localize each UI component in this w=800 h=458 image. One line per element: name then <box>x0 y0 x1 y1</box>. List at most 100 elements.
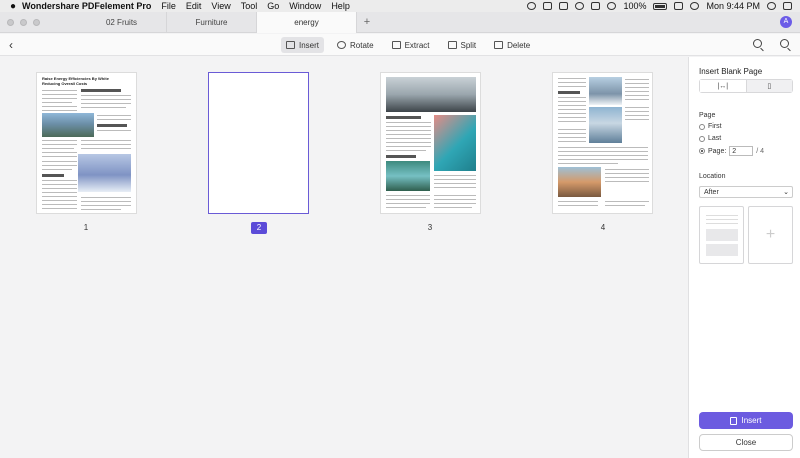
first-radio-row[interactable]: First <box>699 123 722 130</box>
rotate-label: Rotate <box>350 40 374 50</box>
menu-edit[interactable]: Edit <box>186 1 202 11</box>
location-select[interactable]: After ⌄ <box>699 186 793 198</box>
last-radio-row[interactable]: Last <box>699 135 721 142</box>
account-avatar[interactable]: A <box>780 16 792 28</box>
location-label: Location <box>699 173 726 180</box>
status-area: 100% Mon 9:44 PM <box>527 0 792 12</box>
split-icon <box>447 41 457 49</box>
zoom-out-icon[interactable] <box>753 39 762 48</box>
zoom-window-button[interactable] <box>33 18 40 26</box>
extract-icon <box>391 41 401 49</box>
split-label: Split <box>460 40 477 50</box>
trash-icon <box>494 41 504 49</box>
delete-label: Delete <box>507 40 531 50</box>
page-thumbnail-3[interactable] <box>380 72 481 214</box>
plus-icon: + <box>765 226 776 243</box>
apple-icon[interactable]: ● <box>4 1 22 12</box>
extract-label: Extract <box>404 40 430 50</box>
wifi-icon[interactable] <box>607 2 617 10</box>
rocks-photo <box>386 77 476 112</box>
menu-help[interactable]: Help <box>331 1 350 11</box>
page-option-label: Page: <box>708 147 727 155</box>
delete-button[interactable]: Delete <box>489 37 535 53</box>
river-photo <box>386 161 430 191</box>
zoom-in-icon[interactable] <box>780 39 789 48</box>
menu-tool[interactable]: Tool <box>241 1 258 11</box>
first-radio[interactable] <box>699 123 705 130</box>
new-page-preview: + <box>748 206 793 264</box>
window-controls <box>7 18 77 26</box>
page-thumbnail-2[interactable] <box>208 72 309 214</box>
page-1-title: Raise Energy Efficiencies By White Reduc… <box>42 76 109 86</box>
menu-view[interactable]: View <box>211 1 230 11</box>
menu-go[interactable]: Go <box>267 1 279 11</box>
insert-blank-page-panel: Insert Blank Page |↔| ▯ Page First Last … <box>688 57 800 458</box>
tab-02-fruits[interactable]: 02 Fruits <box>77 11 167 33</box>
mountain-photo <box>42 113 94 137</box>
skype-icon[interactable] <box>575 2 585 10</box>
tab-bar: 02 Fruits Furniture energy + A <box>0 11 800 33</box>
minimize-window-button[interactable] <box>20 18 27 26</box>
tab-energy[interactable]: energy <box>257 11 357 33</box>
rotate-button[interactable]: Rotate <box>332 37 379 53</box>
tab-furniture[interactable]: Furniture <box>167 11 257 33</box>
page-number-1[interactable]: 1 <box>78 222 94 234</box>
rotate-icon <box>337 41 347 49</box>
insert-label: Insert <box>299 40 320 50</box>
chevron-down-icon: ⌄ <box>783 189 789 196</box>
page-number-3[interactable]: 3 <box>422 222 438 234</box>
clock[interactable]: Mon 9:44 PM <box>706 1 760 11</box>
page-total: / 4 <box>756 147 765 155</box>
snow-landscape-photo <box>78 154 131 192</box>
menu-bar: ● Wondershare PDFelement Pro File Edit V… <box>0 0 800 12</box>
last-label: Last <box>708 135 722 142</box>
panel-title: Insert Blank Page <box>699 67 763 76</box>
status-icon[interactable] <box>527 2 537 10</box>
page-size-toggle: |↔| ▯ <box>699 79 793 93</box>
close-button[interactable]: Close <box>699 434 793 451</box>
pink-tree-photo <box>434 115 476 171</box>
control-center-icon[interactable] <box>783 2 792 10</box>
new-tab-button[interactable]: + <box>357 16 377 28</box>
last-radio[interactable] <box>699 135 705 142</box>
app-name-menu[interactable]: Wondershare PDFelement Pro <box>22 1 151 11</box>
single-page-option[interactable]: ▯ <box>746 80 792 92</box>
user-icon[interactable] <box>674 2 684 10</box>
first-label: First <box>708 123 722 130</box>
menu-window[interactable]: Window <box>289 1 321 11</box>
insert-confirm-label: Insert <box>741 416 762 425</box>
page-number-4[interactable]: 4 <box>595 222 611 234</box>
display-icon[interactable] <box>543 2 553 10</box>
page-radio[interactable] <box>699 148 705 154</box>
battery-percent: 100% <box>623 1 647 11</box>
page-tools: Insert Rotate Extract Split Delete <box>281 37 535 53</box>
battery-icon[interactable] <box>653 2 668 10</box>
insert-page-icon <box>286 41 295 49</box>
extract-button[interactable]: Extract <box>387 37 435 53</box>
iceberg-photo <box>589 107 622 143</box>
existing-page-preview <box>699 206 744 264</box>
bluetooth-icon[interactable] <box>591 2 601 10</box>
back-icon[interactable]: ‹ <box>9 38 13 52</box>
page-section-label: Page <box>699 112 716 119</box>
desert-mountain-photo <box>558 167 601 197</box>
page-thumbnail-1[interactable]: Raise Energy Efficiencies By White Reduc… <box>36 72 137 214</box>
page-canvas: Raise Energy Efficiencies By White Reduc… <box>0 57 688 458</box>
siri-icon[interactable] <box>767 2 776 10</box>
page-number-2[interactable]: 2 <box>251 222 267 234</box>
shield-icon[interactable] <box>559 2 569 10</box>
close-window-button[interactable] <box>7 18 14 26</box>
page-radio-row[interactable]: Page: 2 / 4 <box>699 146 764 156</box>
page-toolbar: ‹ Insert Rotate Extract Split Delete <box>0 34 800 56</box>
insert-confirm-button[interactable]: Insert <box>699 412 793 429</box>
location-value: After <box>704 189 719 196</box>
page-number-input[interactable]: 2 <box>729 146 754 156</box>
page-thumbnail-4[interactable] <box>552 72 653 214</box>
insert-button[interactable]: Insert <box>281 37 325 53</box>
fit-width-option[interactable]: |↔| <box>700 80 747 92</box>
insert-page-icon <box>730 416 738 425</box>
menu-file[interactable]: File <box>161 1 176 11</box>
iceberg-photo-small <box>589 77 622 105</box>
search-icon[interactable] <box>690 2 700 10</box>
split-button[interactable]: Split <box>443 37 482 53</box>
